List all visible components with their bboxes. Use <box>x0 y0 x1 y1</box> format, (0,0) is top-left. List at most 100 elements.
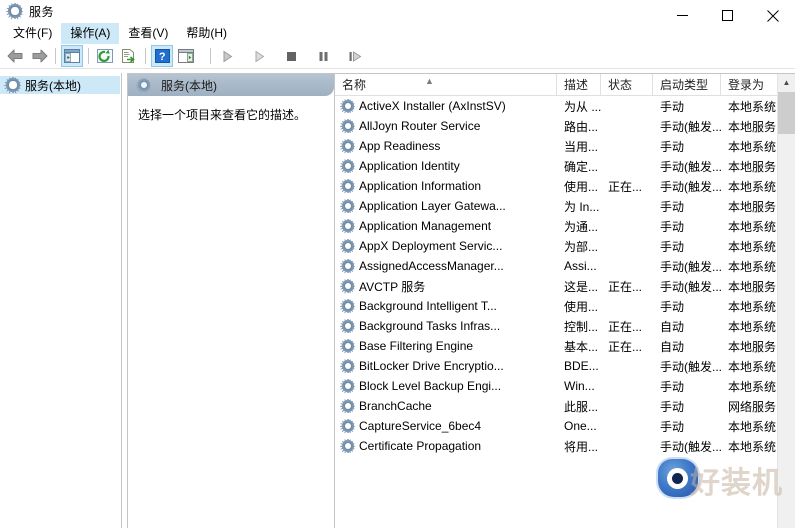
cell-startup-type: 手动 <box>660 299 685 314</box>
cell-service-name: AllJoyn Router Service <box>335 119 557 133</box>
cell-service-name: Background Tasks Infras... <box>335 319 557 333</box>
cell-startup-type: 手动 <box>660 399 685 414</box>
service-name-label: AVCTP 服务 <box>359 279 426 294</box>
table-row[interactable]: App Readiness 当用... 手动 本地系统 <box>335 136 795 156</box>
services-gear-icon <box>340 319 356 333</box>
column-header-startup-type-label: 启动类型 <box>660 78 709 92</box>
column-header-log-on-as[interactable]: 登录为 <box>721 74 781 95</box>
services-list-rows[interactable]: ActiveX Installer (AxInstSV) 为从 ... 手动 本地系统… <box>335 96 795 528</box>
menu-file[interactable]: 文件(F) <box>4 23 61 44</box>
service-name-label: App Readiness <box>359 139 441 153</box>
table-row[interactable]: AppX Deployment Servic... 为部... 手动 本地系统 <box>335 236 795 256</box>
stop-service-icon[interactable] <box>280 45 302 67</box>
table-row[interactable]: BranchCache 此服... 手动 网络服务 <box>335 396 795 416</box>
table-row[interactable]: AVCTP 服务 这是... 正在... 手动(触发... 本地服务 <box>335 276 795 296</box>
refresh-icon[interactable] <box>94 45 116 67</box>
cell-service-name: Certificate Propagation <box>335 439 557 453</box>
table-row[interactable]: BitLocker Drive Encryptio... BDE... 手动(触发.… <box>335 356 795 376</box>
table-row[interactable]: Certificate Propagation 将用... 手动(触发... 本地系统 <box>335 436 795 456</box>
table-row[interactable]: Background Intelligent T... 使用... 手动 本地系统 <box>335 296 795 316</box>
pane-splitter[interactable] <box>121 73 128 528</box>
cell-log-on-as: 本地服务 <box>728 119 777 134</box>
cell-service-name: Application Information <box>335 179 557 193</box>
minimize-button[interactable] <box>660 0 705 31</box>
cell-service-name: Application Identity <box>335 159 557 173</box>
services-gear-icon <box>340 239 356 253</box>
export-list-icon[interactable] <box>118 45 140 67</box>
cell-log-on-as: 本地系统 <box>728 419 777 434</box>
back-arrow-icon[interactable] <box>4 45 26 67</box>
services-gear-icon <box>340 419 356 433</box>
services-gear-icon <box>340 139 356 153</box>
column-header-startup-type[interactable]: 启动类型 <box>653 74 721 95</box>
table-row[interactable]: Base Filtering Engine 基本... 正在... 自动 本地服务 <box>335 336 795 356</box>
list-vertical-scrollbar[interactable]: ▲ <box>777 74 795 528</box>
table-row[interactable]: Application Management 为通... 手动 本地系统 <box>335 216 795 236</box>
scrollbar-thumb[interactable] <box>778 92 795 134</box>
column-header-status[interactable]: 状态 <box>601 74 653 95</box>
cell-startup-type: 手动 <box>660 199 685 214</box>
cell-startup-type: 手动 <box>660 379 685 394</box>
cell-service-name: BitLocker Drive Encryptio... <box>335 359 557 373</box>
table-row[interactable]: Background Tasks Infras... 控制... 正在... 自动 本地… <box>335 316 795 336</box>
forward-arrow-icon[interactable] <box>28 45 50 67</box>
table-row[interactable]: ActiveX Installer (AxInstSV) 为从 ... 手动 本地系统 <box>335 96 795 116</box>
cell-startup-type: 自动 <box>660 319 685 334</box>
cell-startup-type: 手动 <box>660 99 685 114</box>
cell-status: 正在... <box>608 339 643 354</box>
sidebar-item-services-local[interactable]: 服务(本地) <box>0 76 120 94</box>
menu-view[interactable]: 查看(V) <box>119 23 177 44</box>
service-name-label: Application Information <box>359 179 482 193</box>
service-name-label: Application Layer Gatewa... <box>359 199 506 213</box>
maximize-button[interactable] <box>705 0 750 31</box>
cell-description: 基本... <box>564 339 599 354</box>
table-row[interactable]: Application Layer Gatewa... 为 In... 手动 本地服务 <box>335 196 795 216</box>
restart-service-icon[interactable] <box>344 45 366 67</box>
cell-description: 控制... <box>564 319 599 334</box>
main-pane: 服务(本地) 选择一个项目来查看它的描述。 名称 ▲ 描述 状态 启动类型 登录… <box>128 73 795 528</box>
svg-text:?: ? <box>158 51 165 63</box>
cell-description: 这是... <box>564 279 599 294</box>
show-action-pane-icon[interactable] <box>175 45 197 67</box>
cell-log-on-as: 本地系统 <box>728 439 777 454</box>
start-service-icon[interactable] <box>216 45 238 67</box>
cell-log-on-as: 本地系统 <box>728 359 777 374</box>
service-name-label: Certificate Propagation <box>359 439 482 453</box>
column-header-name-label: 名称 <box>342 78 367 92</box>
service-name-label: Base Filtering Engine <box>359 339 474 353</box>
table-row[interactable]: AssignedAccessManager... Assi... 手动(触发... 本… <box>335 256 795 276</box>
table-row[interactable]: Block Level Backup Engi... Win... 手动 本地系统 <box>335 376 795 396</box>
scroll-up-arrow-icon[interactable]: ▲ <box>778 74 795 91</box>
column-header-description[interactable]: 描述 <box>557 74 601 95</box>
show-console-tree-icon[interactable] <box>61 45 83 67</box>
cell-description: BDE... <box>564 359 599 373</box>
cell-service-name: AVCTP 服务 <box>335 278 557 295</box>
menu-action-label: 操作(A) <box>70 25 111 40</box>
toolbar-separator <box>55 48 56 64</box>
service-name-label: ActiveX Installer (AxInstSV) <box>359 99 506 113</box>
menu-action[interactable]: 操作(A) <box>61 22 120 44</box>
service-name-label: AssignedAccessManager... <box>359 259 504 273</box>
help-icon[interactable]: ? <box>151 45 173 67</box>
column-header-status-label: 状态 <box>608 78 633 92</box>
cell-startup-type: 手动(触发... <box>660 159 721 174</box>
sort-ascending-icon: ▲ <box>425 76 434 86</box>
table-row[interactable]: Application Information 使用... 正在... 手动(触发..… <box>335 176 795 196</box>
service-name-label: AppX Deployment Servic... <box>359 239 503 253</box>
cell-startup-type: 手动 <box>660 419 685 434</box>
close-button[interactable] <box>750 0 795 31</box>
menu-help[interactable]: 帮助(H) <box>177 23 236 44</box>
table-row[interactable]: AllJoyn Router Service 路由... 手动(触发... 本地服务 <box>335 116 795 136</box>
resume-service-icon[interactable] <box>248 45 270 67</box>
table-row[interactable]: Application Identity 确定... 手动(触发... 本地服务 <box>335 156 795 176</box>
service-name-label: BranchCache <box>359 399 432 413</box>
table-row[interactable]: CaptureService_6bec4 One... 手动 本地系统 <box>335 416 795 436</box>
column-header-name[interactable]: 名称 ▲ <box>335 74 557 95</box>
pause-service-icon[interactable] <box>312 45 334 67</box>
description-pane-header: 服务(本地) <box>128 74 334 96</box>
toolbar-separator <box>210 48 211 64</box>
cell-service-name: Background Intelligent T... <box>335 299 557 313</box>
cell-description: 路由... <box>564 119 599 134</box>
cell-log-on-as: 本地服务 <box>728 279 777 294</box>
services-gear-icon <box>340 278 356 294</box>
